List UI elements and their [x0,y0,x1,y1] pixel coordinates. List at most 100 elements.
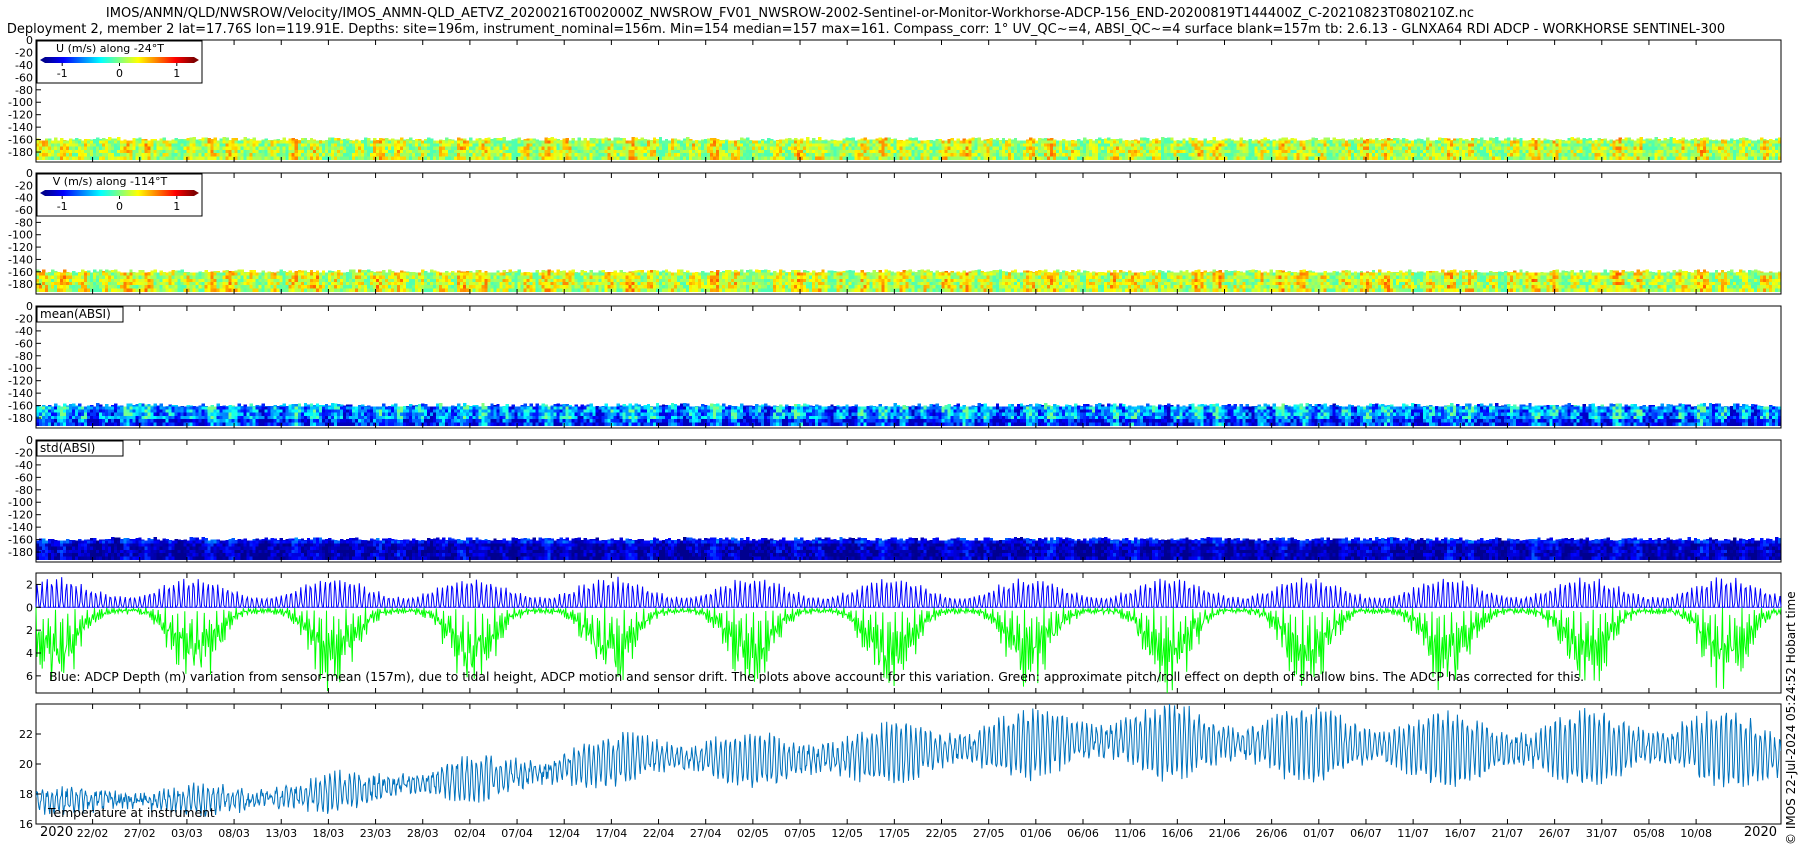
heatmap-cell [1308,146,1313,151]
heatmap-cell [851,146,855,151]
heatmap-cell [839,140,843,144]
heatmap-cell [309,269,314,273]
heatmap-cell [1338,143,1343,148]
heatmap-cell [321,272,326,277]
heatmap-cell [333,156,338,160]
heatmap-cell [472,156,476,160]
heatmap-cell [574,153,578,157]
heatmap-cell [1540,156,1544,160]
heatmap-cell [685,140,690,144]
heatmap-cell [63,153,67,157]
heatmap-cell [267,143,272,148]
heatmap-cell [502,156,506,160]
heatmap-cell [288,146,293,151]
heatmap-cell [186,285,190,289]
heatmap-cell [372,146,377,151]
heatmap-cell [1738,146,1743,151]
heatmap-cell [1702,156,1707,160]
heatmap-cell [1528,146,1532,151]
heatmap-cell [129,285,133,289]
y-tick-label: -60 [15,71,33,84]
heatmap-cell [351,156,356,160]
heatmap-cell [297,285,302,289]
heatmap-cell [1660,156,1665,160]
heatmap-cell [1474,146,1478,151]
heatmap-cell [911,153,915,157]
heatmap-cell [213,275,217,280]
heatmap-cell [282,149,287,154]
heatmap-cell [1768,153,1773,157]
heatmap-cell [231,275,235,280]
heatmap-cell [363,275,368,280]
heatmap-cell [947,153,952,157]
heatmap-cell [881,143,885,148]
heatmap-cell [1444,153,1448,157]
heatmap-cell [1609,140,1613,144]
heatmap-cell [111,275,115,280]
heatmap-cell [424,146,428,151]
heatmap-cell [1380,143,1385,148]
heatmap-cell [153,143,157,148]
heatmap-cell [1143,137,1147,141]
heatmap-cell [685,146,690,151]
heatmap-cell [93,275,97,280]
heatmap-cell [905,153,909,157]
heatmap-cell [1167,156,1171,160]
heatmap-cell [1759,153,1764,157]
heatmap-cell [252,143,257,148]
heatmap-cell [135,272,139,277]
heatmap-cell [1362,153,1367,157]
heatmap-cell [234,146,238,151]
heatmap-cell [1131,153,1135,157]
heatmap-cell [117,285,121,289]
heatmap-cell [225,282,229,286]
heatmap-cell [45,156,49,160]
heatmap-cell [785,156,789,160]
heatmap-cell [415,153,419,157]
heatmap-cell [842,153,846,157]
heatmap-cell [403,140,407,144]
heatmap-cell [231,149,235,154]
heatmap-cell [321,285,326,289]
heatmap-cell [1182,146,1186,151]
heatmap-cell [1332,146,1337,151]
heatmap-cell [249,149,254,154]
heatmap-cell [1645,143,1650,148]
heatmap-cell [138,275,142,280]
heatmap-cell [1711,149,1716,154]
heatmap-cell [1067,143,1072,148]
y-tick-label: -180 [8,146,33,159]
heatmap-cell [1055,143,1060,148]
heatmap-cell [511,143,515,148]
heatmap-cell [1501,149,1505,154]
heatmap-cell [989,149,994,154]
heatmap-cell [1034,149,1039,154]
heatmap-cell [1696,146,1701,151]
heatmap-cell [875,156,879,160]
heatmap-cell [1113,146,1117,151]
heatmap-cell [995,156,1000,160]
heatmap-cell [51,140,55,144]
heatmap-cell [553,153,557,157]
heatmap-cell [1765,140,1770,144]
heatmap-cell [845,149,849,154]
heatmap-cell [90,278,94,283]
heatmap-cell [54,285,58,289]
heatmap-cell [174,275,178,280]
heatmap-cell [427,143,431,148]
heatmap-cell [529,143,533,148]
heatmap-cell [336,275,341,280]
heatmap-cell [360,143,365,148]
heatmap-cell [460,153,464,157]
heatmap-cell [366,275,371,280]
heatmap-cell [258,285,263,289]
heatmap-cell [854,143,858,148]
heatmap-cell [318,275,323,280]
heatmap-cell [249,285,254,289]
heatmap-cell [381,272,386,277]
heatmap-cell [1170,149,1174,154]
heatmap-cell [69,153,73,157]
heatmap-cell [1248,143,1252,148]
heatmap-cell [234,156,238,160]
heatmap-cell [959,143,964,148]
